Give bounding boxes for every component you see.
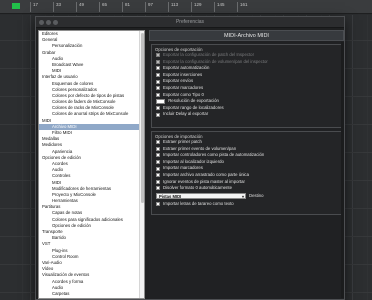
export-option-label: Exportar la configuración de volumen/pan… bbox=[163, 58, 268, 64]
export-option[interactable]: Incluir Delay al exportar bbox=[152, 111, 341, 118]
import-option[interactable]: Extraer primer patch bbox=[152, 139, 341, 146]
checkbox[interactable] bbox=[156, 166, 160, 171]
dialog-titlebar[interactable]: Preferencias bbox=[36, 17, 344, 28]
import-option[interactable]: Ignorar eventos de pista master al impor… bbox=[152, 179, 341, 186]
export-option[interactable]: Exportar envíos bbox=[152, 78, 341, 85]
timeline-ruler[interactable]: 17 33 49 65 81 97 113 129 145 161 bbox=[0, 0, 372, 14]
playhead-marker[interactable] bbox=[12, 3, 20, 9]
export-option-label: Exportar como Tipo 0 bbox=[163, 91, 204, 97]
ruler-tick-label: 17 bbox=[30, 2, 38, 12]
preferences-dialog: Preferencias Editores General Personalizac… bbox=[35, 16, 345, 300]
export-option[interactable]: Exportar marcadores bbox=[152, 85, 341, 92]
ruler-tick-label: 49 bbox=[76, 2, 84, 12]
import-option-label: Extraer primer patch bbox=[163, 139, 202, 144]
ruler-tick-label: 129 bbox=[191, 2, 202, 12]
export-resolution-field[interactable] bbox=[156, 98, 165, 104]
import-option-label: Importar controladores como pista de aut… bbox=[163, 152, 265, 158]
import-option-label: Disolver formato 0 automáticamente bbox=[163, 185, 233, 191]
destination-label: Destino bbox=[249, 192, 264, 198]
dialog-title: Preferencias bbox=[175, 19, 205, 25]
import-option-label: Importar letras de tarareo como texto bbox=[163, 200, 234, 206]
checkbox[interactable] bbox=[156, 179, 160, 184]
export-option[interactable]: Exportar inserciones bbox=[152, 72, 341, 79]
export-group-title: Opciones de exportación bbox=[155, 47, 203, 52]
import-option-label: Extraer primer evento de volumen/pan bbox=[163, 145, 237, 151]
export-option[interactable]: Exportar automatización bbox=[152, 65, 341, 72]
grid-line bbox=[30, 15, 31, 300]
checkbox[interactable] bbox=[156, 173, 160, 178]
ruler-tick-label: 33 bbox=[53, 2, 61, 12]
export-resolution-row: Resolución de exportación bbox=[152, 98, 341, 105]
tree-scrollbar[interactable] bbox=[139, 31, 144, 298]
checkbox[interactable] bbox=[156, 92, 160, 97]
import-option[interactable]: Importar al localizador izquierdo bbox=[152, 159, 341, 166]
ruler-tick-label: 81 bbox=[122, 2, 130, 12]
export-option-label: Exportar inserciones bbox=[163, 71, 203, 77]
settings-panel: MIDI-Archivo MIDI Opciones de exportació… bbox=[149, 30, 344, 299]
import-option[interactable]: Disolver formato 0 automáticamente bbox=[152, 185, 341, 192]
ruler-tick-label: 145 bbox=[214, 2, 225, 12]
import-option-label: Ignorar eventos de pista master al impor… bbox=[163, 178, 245, 184]
import-option-label: Importar marcadores bbox=[163, 165, 203, 171]
export-option-label: Exportar rango de localizadores bbox=[163, 104, 224, 110]
checkbox bbox=[156, 59, 160, 64]
export-option-label: Exportar marcadores bbox=[163, 84, 204, 90]
checkbox[interactable] bbox=[156, 112, 160, 117]
checkbox[interactable] bbox=[156, 106, 160, 111]
import-option[interactable]: Importar marcadores bbox=[152, 165, 341, 172]
import-option[interactable]: Extraer primer evento de volumen/pan bbox=[152, 146, 341, 153]
grid-line bbox=[352, 15, 353, 300]
export-option: Exportar la configuración de volumen/pan… bbox=[152, 59, 341, 66]
export-resolution-label: Resolución de exportación bbox=[168, 98, 219, 104]
export-option-label: Incluir Delay al exportar bbox=[163, 111, 209, 117]
panel-scrollbar[interactable] bbox=[341, 42, 344, 298]
destination-value: Pistas MIDI bbox=[159, 193, 182, 199]
checkbox[interactable] bbox=[156, 153, 160, 158]
import-option-label: Importar archivo arrastrado como parte ú… bbox=[163, 171, 249, 177]
import-option[interactable]: Importar letras de tarareo como texto bbox=[152, 201, 341, 208]
import-group-title: Opciones de importación bbox=[155, 134, 203, 139]
import-option[interactable]: Importar archivo arrastrado como parte ú… bbox=[152, 172, 341, 179]
export-option-label: Exportar la configuración de patch del I… bbox=[163, 52, 255, 57]
checkbox[interactable] bbox=[156, 202, 160, 207]
import-option-label: Importar al localizador izquierdo bbox=[163, 158, 224, 164]
export-option: Exportar la configuración de patch del I… bbox=[152, 52, 341, 59]
checkbox[interactable] bbox=[156, 186, 160, 191]
export-options-group: Opciones de exportación Exportar la conf… bbox=[151, 44, 342, 128]
ruler-tick-label: 97 bbox=[145, 2, 153, 12]
checkbox[interactable] bbox=[156, 73, 160, 78]
panel-title: MIDI-Archivo MIDI bbox=[149, 30, 344, 41]
import-options-group: Opciones de importación Extraer primer p… bbox=[151, 131, 342, 215]
checkbox[interactable] bbox=[156, 146, 160, 151]
checkbox[interactable] bbox=[156, 66, 160, 71]
ruler-tick-label: 161 bbox=[237, 2, 248, 12]
tree-scrollbar-thumb[interactable] bbox=[141, 33, 144, 203]
export-option[interactable]: Exportar rango de localizadores bbox=[152, 105, 341, 112]
export-option-label: Exportar automatización bbox=[163, 65, 210, 71]
tree-item[interactable]: MIDI bbox=[39, 297, 144, 298]
export-option-label: Exportar envíos bbox=[163, 78, 194, 84]
ruler-tick-label: 65 bbox=[99, 2, 107, 12]
checkbox[interactable] bbox=[156, 140, 160, 145]
destination-row: Pistas MIDI ▾ Destino bbox=[152, 192, 341, 201]
chevron-down-icon: ▾ bbox=[241, 193, 244, 199]
import-option[interactable]: Importar controladores como pista de aut… bbox=[152, 152, 341, 159]
export-option[interactable]: Exportar como Tipo 0 bbox=[152, 92, 341, 99]
checkbox[interactable] bbox=[156, 160, 160, 165]
ruler-tick-label: 113 bbox=[168, 2, 178, 12]
checkbox bbox=[156, 53, 160, 58]
checkbox[interactable] bbox=[156, 79, 160, 84]
checkbox[interactable] bbox=[156, 86, 160, 91]
preferences-tree[interactable]: Editores General Personalización Grabar Audi… bbox=[38, 30, 145, 299]
destination-select[interactable]: Pistas MIDI ▾ bbox=[156, 192, 246, 200]
